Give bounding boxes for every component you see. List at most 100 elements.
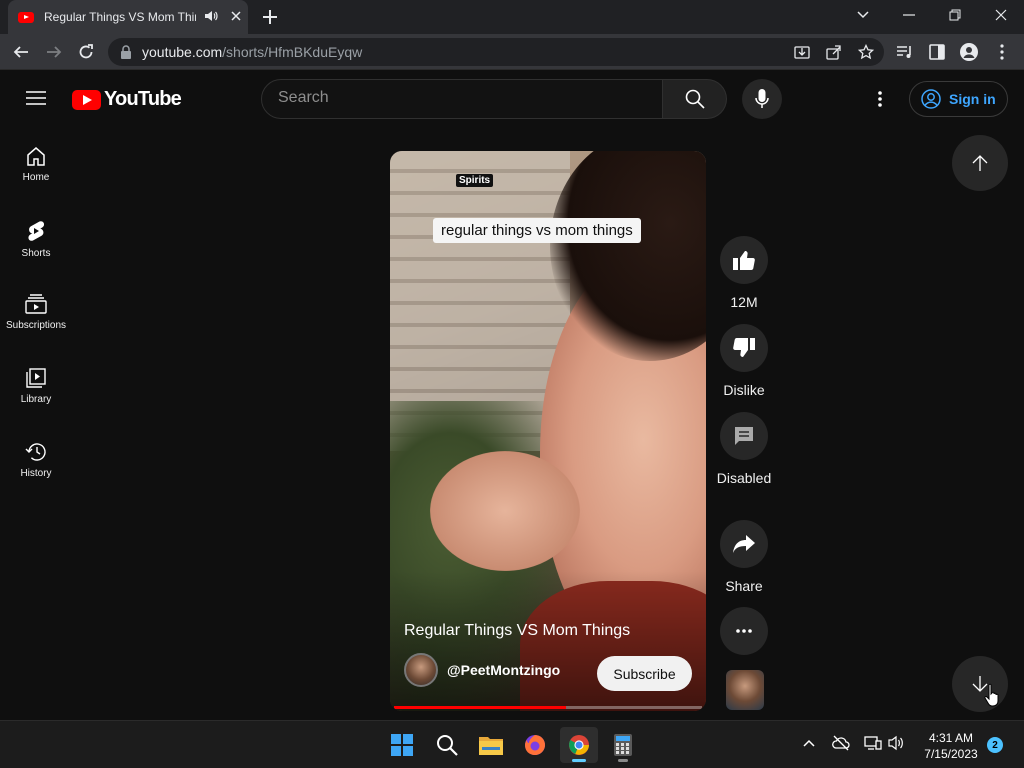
search-icon: [437, 735, 458, 756]
hand-pointer-cursor-icon: [984, 683, 999, 707]
tab-audio-icon[interactable]: [204, 9, 218, 23]
tab-close-icon[interactable]: [230, 10, 242, 22]
sound-thumbnail[interactable]: [726, 670, 764, 710]
guide-item-home[interactable]: Home: [0, 126, 72, 200]
comments-button[interactable]: [720, 412, 768, 460]
minimize-icon: [903, 14, 915, 16]
youtube-masthead: YouTube Sign in: [0, 70, 1024, 126]
running-app-indicator: [618, 759, 628, 762]
arrow-left-icon: [13, 46, 28, 58]
taskbar-firefox[interactable]: [516, 727, 554, 763]
restore-icon: [949, 9, 961, 21]
guide-menu-button[interactable]: [22, 86, 50, 110]
media-queue-icon: [897, 46, 911, 58]
system-clock[interactable]: 4:31 AM 7/15/2023: [916, 730, 986, 762]
microphone-icon: [755, 89, 769, 108]
tab-search-button[interactable]: [840, 0, 886, 30]
taskbar-file-explorer[interactable]: [472, 727, 510, 763]
volume-icon[interactable]: [888, 735, 904, 751]
side-panel-icon: [929, 44, 945, 60]
settings-menu-button[interactable]: [870, 88, 890, 110]
start-button[interactable]: [383, 727, 421, 763]
restore-button[interactable]: [932, 0, 978, 30]
forward-button[interactable]: [43, 41, 65, 63]
share-page-icon[interactable]: [826, 44, 842, 60]
browser-menu-button[interactable]: [991, 41, 1013, 63]
more-options-button[interactable]: [720, 607, 768, 655]
install-app-icon[interactable]: [794, 44, 810, 60]
clock-date: 7/15/2023: [924, 747, 978, 761]
thumbs-down-icon: [733, 338, 755, 357]
guide-item-label: Subscriptions: [5, 320, 67, 331]
address-bar[interactable]: youtube.com/shorts/HfmBKduEyqw: [108, 38, 884, 66]
browser-toolbar: youtube.com/shorts/HfmBKduEyqw: [0, 34, 1024, 70]
reload-button[interactable]: [75, 41, 97, 63]
back-button[interactable]: [10, 41, 32, 63]
media-control-button[interactable]: [894, 41, 916, 63]
network-icon[interactable]: [864, 735, 882, 751]
taskbar-calculator[interactable]: [604, 727, 642, 763]
channel-info[interactable]: @PeetMontzingo: [404, 653, 560, 687]
arrow-up-icon: [972, 155, 988, 171]
guide-item-label: History: [20, 468, 52, 479]
search-input[interactable]: [278, 89, 648, 107]
sign-in-button[interactable]: Sign in: [909, 81, 1008, 117]
taskbar-search-button[interactable]: [428, 727, 466, 763]
guide-item-history[interactable]: History: [0, 422, 72, 496]
notification-badge[interactable]: 2: [987, 737, 1003, 753]
new-tab-icon[interactable]: [260, 7, 280, 27]
chrome-icon: [569, 735, 589, 755]
logo-text: YouTube: [104, 88, 182, 110]
browser-tab[interactable]: Regular Things VS Mom Things - YouTube: [8, 0, 248, 34]
channel-name[interactable]: @PeetMontzingo: [447, 662, 560, 678]
subscribe-button[interactable]: Subscribe: [597, 656, 692, 691]
share-action: Share: [720, 520, 768, 596]
profile-button[interactable]: [958, 41, 980, 63]
guide-item-subscriptions[interactable]: Subscriptions: [0, 274, 72, 348]
taskbar-chrome[interactable]: [560, 727, 598, 763]
side-panel-button[interactable]: [926, 41, 948, 63]
voice-search-button[interactable]: [742, 79, 782, 119]
like-button[interactable]: [720, 236, 768, 284]
arrow-right-icon: [47, 46, 62, 58]
video-caption: regular things vs mom things: [433, 218, 641, 243]
guide-item-shorts[interactable]: Shorts: [0, 200, 72, 274]
channel-avatar[interactable]: [404, 653, 438, 687]
kebab-menu-icon: [878, 91, 882, 107]
guide-item-library[interactable]: Library: [0, 348, 72, 422]
youtube-logo[interactable]: YouTube: [72, 88, 182, 111]
horizontal-dots-icon: [736, 629, 752, 633]
comments-label: Disabled: [716, 470, 772, 486]
guide-item-label: Home: [22, 172, 50, 183]
library-icon: [26, 368, 46, 388]
share-label: Share: [725, 578, 763, 594]
windows-taskbar: 4:31 AM 7/15/2023 2: [0, 720, 1024, 768]
share-button[interactable]: [720, 520, 768, 568]
like-action: 12M: [720, 236, 768, 312]
clock-time: 4:31 AM: [928, 731, 974, 745]
dislike-button[interactable]: [720, 324, 768, 372]
calculator-icon: [614, 734, 632, 756]
dislike-label: Dislike: [723, 382, 765, 398]
video-title[interactable]: Regular Things VS Mom Things: [404, 622, 630, 640]
active-app-indicator: [572, 759, 586, 762]
minimize-button[interactable]: [886, 0, 932, 30]
search-box: [261, 79, 663, 119]
video-progress-bar[interactable]: [394, 706, 702, 709]
bookmark-star-icon[interactable]: [858, 44, 874, 60]
comment-icon: [735, 427, 753, 445]
close-window-button[interactable]: [978, 0, 1024, 30]
tab-title: Regular Things VS Mom Things - YouTube: [44, 10, 196, 24]
lock-icon[interactable]: [120, 45, 132, 59]
search-button[interactable]: [663, 79, 727, 119]
sign-in-label: Sign in: [949, 91, 996, 107]
previous-short-button[interactable]: [952, 135, 1008, 191]
history-icon: [25, 443, 46, 461]
windows-logo-icon: [391, 734, 413, 756]
account-circle-icon: [921, 89, 941, 109]
kebab-menu-icon: [1000, 44, 1004, 60]
chevron-up-icon[interactable]: [803, 739, 815, 747]
thumbs-up-icon: [733, 251, 755, 270]
shorts-video-player[interactable]: Spirits regular things vs mom things Reg…: [390, 151, 706, 711]
cloud-offline-icon[interactable]: [832, 735, 850, 751]
